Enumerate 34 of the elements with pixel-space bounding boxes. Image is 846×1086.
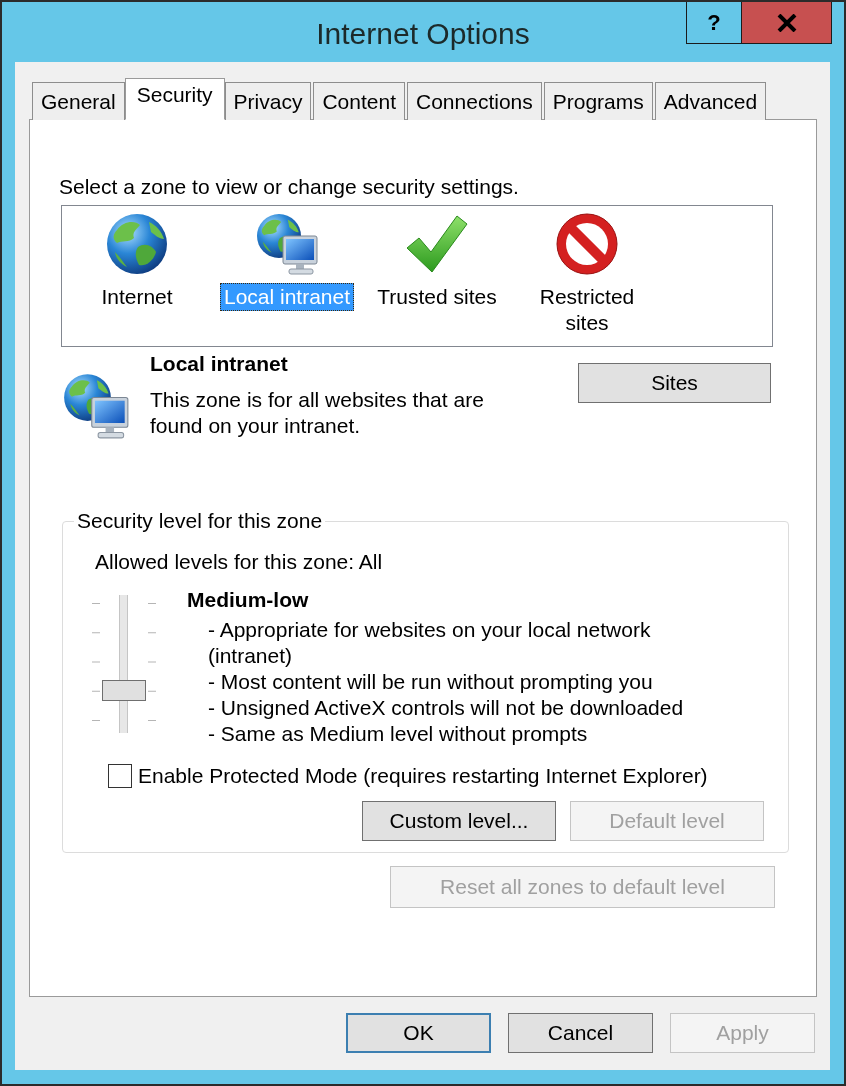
window-title: Internet Options [316, 16, 530, 52]
tab[interactable]: Advanced [654, 82, 767, 120]
tab[interactable]: Programs [543, 82, 653, 120]
zone-label[interactable]: Trusted sites [373, 283, 501, 311]
close-button[interactable] [742, 2, 832, 44]
globe-monitor-icon [62, 372, 130, 440]
zone-description: This zone is for all websites that are found on your intranet. [150, 387, 485, 439]
checkbox-label[interactable]: Enable Protected Mode (requires restarting Internet Explorer) [138, 763, 708, 789]
level-description: - Most content will be run without prompting you [208, 669, 654, 695]
tab[interactable]: Security [124, 78, 225, 120]
zone-label[interactable]: Restricted sites [517, 283, 657, 337]
level-description: - Unsigned ActiveX controls will not be downloaded [208, 695, 685, 721]
custom-level-button[interactable]: Custom level... [362, 801, 556, 841]
zone-label[interactable]: Internet [97, 283, 177, 311]
globe-monitor-icon[interactable] [255, 212, 319, 276]
close-icon [776, 13, 797, 32]
zone-prompt: Select a zone to view or change security settings. [59, 174, 520, 200]
level-description: - Appropriate for websites on your local network (intranet) [208, 617, 652, 669]
tab[interactable]: Content [313, 82, 405, 120]
checkbox[interactable] [108, 764, 132, 788]
tab[interactable]: Privacy [224, 82, 312, 120]
globe-icon[interactable] [105, 212, 169, 276]
zone-title: Local intranet [150, 351, 289, 377]
tab[interactable]: Connections [407, 82, 542, 120]
group-label: Security level for this zone [76, 508, 324, 534]
sites-button[interactable]: Sites [578, 363, 771, 403]
level-description: - Same as Medium level without prompts [208, 721, 589, 747]
tab[interactable]: General [32, 82, 125, 120]
slider-thumb[interactable] [102, 680, 146, 702]
no-entry-icon[interactable] [555, 212, 619, 276]
allowed-levels-text: Allowed levels for this zone: All [95, 549, 384, 575]
cancel-button[interactable]: Cancel [508, 1013, 653, 1053]
level-name: Medium-low [187, 587, 310, 613]
ok-button[interactable]: OK [346, 1013, 491, 1053]
